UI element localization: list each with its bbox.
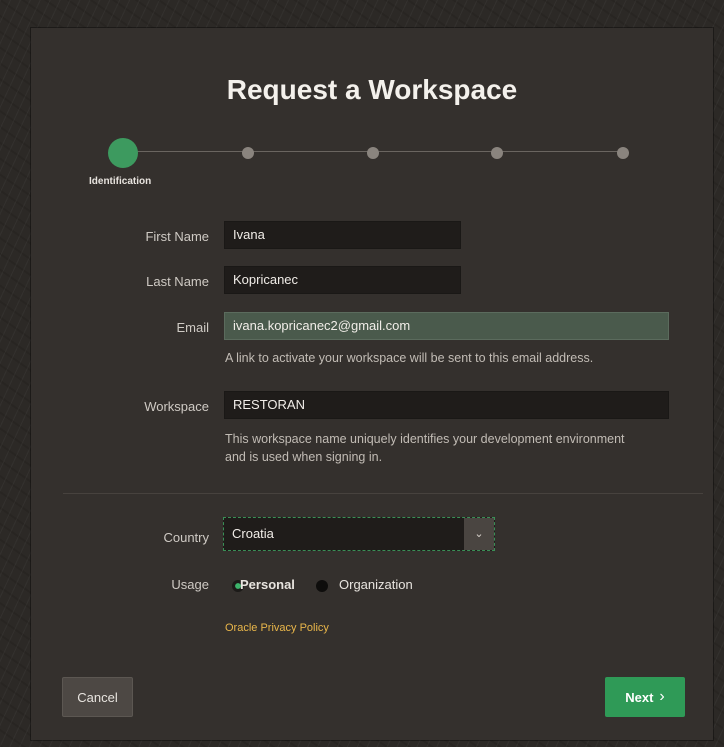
first-name-input[interactable]: Ivana (224, 221, 461, 249)
next-button-label: Next (625, 689, 654, 705)
cancel-button[interactable]: Cancel (62, 677, 133, 717)
usage-organization-radio[interactable] (316, 580, 328, 592)
workspace-help-line-1: This workspace name uniquely identifies … (225, 432, 625, 446)
section-divider (63, 493, 703, 494)
workspace-help-line-2: and is used when signing in. (225, 450, 383, 464)
wizard-step-5 (617, 147, 629, 159)
first-name-label: First Name (145, 229, 209, 244)
email-help-text: A link to activate your workspace will b… (225, 351, 594, 365)
wizard-step-3 (367, 147, 379, 159)
usage-personal-label[interactable]: Personal (240, 577, 295, 592)
last-name-label: Last Name (146, 274, 209, 289)
cancel-button-label: Cancel (77, 689, 118, 705)
country-select-value: Croatia (232, 526, 274, 541)
privacy-policy-link[interactable]: Oracle Privacy Policy (225, 622, 329, 634)
usage-organization-label[interactable]: Organization (339, 577, 413, 592)
usage-label: Usage (171, 577, 209, 592)
wizard-step-1-current (108, 138, 138, 168)
wizard-step-4 (491, 147, 503, 159)
next-button[interactable]: Next › (605, 677, 685, 717)
chevron-down-icon[interactable]: ⌄ (464, 518, 494, 550)
request-workspace-dialog: Request a Workspace Identification First… (31, 28, 713, 740)
last-name-input[interactable]: Kopricanec (224, 266, 461, 294)
country-select[interactable]: Croatia ⌄ (223, 517, 495, 551)
country-label: Country (163, 530, 209, 545)
email-input[interactable]: ivana.kopricanec2@gmail.com (224, 312, 669, 340)
dialog-title: Request a Workspace (226, 74, 518, 105)
workspace-label: Workspace (144, 399, 209, 414)
wizard-step-label: Identification (89, 176, 152, 187)
email-label: Email (176, 320, 209, 335)
workspace-input[interactable]: RESTORAN (224, 391, 669, 419)
wizard-step-2 (242, 147, 254, 159)
chevron-right-icon: › (659, 688, 665, 705)
